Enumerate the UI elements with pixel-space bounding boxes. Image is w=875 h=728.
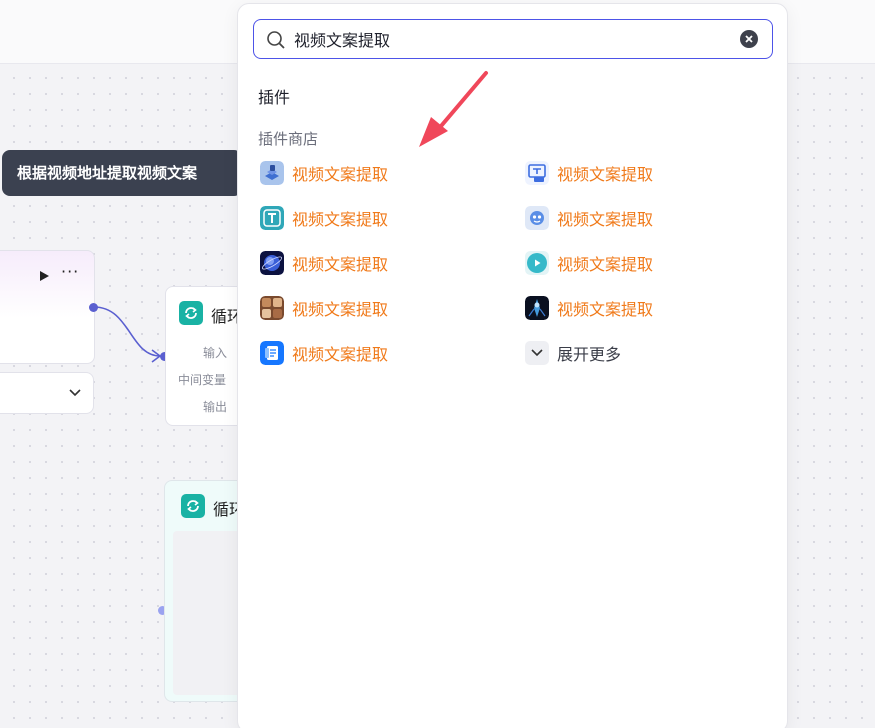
plugin-label: 视频文案提取 — [292, 300, 389, 319]
play-icon[interactable] — [37, 269, 51, 283]
plugin-label: 视频文案提取 — [557, 300, 654, 319]
node-dropdown[interactable] — [0, 372, 94, 414]
plugin-search-panel: 插件 插件商店 视频文案提取 视频文案提取 视频文案提取 视频文案提取 视频文案… — [237, 3, 788, 728]
plugin-item[interactable]: 视频文案提取 — [260, 294, 388, 322]
loop-icon — [179, 301, 203, 325]
chevron-down-icon — [525, 341, 549, 365]
plugin-label: 视频文案提取 — [292, 165, 389, 184]
port-label-input: 输入 — [203, 346, 228, 360]
plugin-label: 视频文案提取 — [292, 345, 389, 364]
chevron-down-icon — [69, 389, 81, 397]
plugin-label: 视频文案提取 — [292, 255, 389, 274]
document-blue-icon — [260, 341, 284, 365]
plugin-item[interactable]: 视频文案提取 — [260, 159, 388, 187]
node-tooltip: 根据视频地址提取视频文案 — [2, 150, 249, 196]
book-stack-icon — [260, 161, 284, 185]
plugin-label: 视频文案提取 — [557, 210, 654, 229]
more-icon[interactable]: ··· — [61, 264, 81, 283]
text-t-icon — [260, 206, 284, 230]
section-title-plugin-store: 插件商店 — [258, 130, 319, 148]
play-circle-icon — [525, 251, 549, 275]
screen-text-icon — [525, 161, 549, 185]
plugin-label: 视频文案提取 — [292, 210, 389, 229]
start-node[interactable]: ··· — [0, 250, 95, 364]
clear-icon[interactable] — [740, 30, 758, 48]
search-icon — [267, 31, 285, 49]
loop-icon — [181, 494, 205, 518]
plugin-label: 视频文案提取 — [557, 165, 654, 184]
output-port[interactable] — [89, 303, 98, 312]
section-title-plugins: 插件 — [258, 88, 291, 107]
plugin-item[interactable]: 视频文案提取 — [525, 204, 653, 232]
plugin-label: 视频文案提取 — [557, 255, 654, 274]
plugin-item[interactable]: 视频文案提取 — [260, 339, 388, 367]
planet-icon — [260, 251, 284, 275]
plugin-item[interactable]: 视频文案提取 — [525, 294, 653, 322]
port-label-variable: 中间变量 — [178, 373, 227, 387]
plugin-item[interactable]: 视频文案提取 — [525, 249, 653, 277]
tooltip-text: 根据视频地址提取视频文案 — [17, 164, 198, 182]
expand-more-button[interactable]: 展开更多 — [525, 339, 621, 367]
plugin-item[interactable]: 视频文案提取 — [260, 249, 388, 277]
plugin-item[interactable]: 视频文案提取 — [260, 204, 388, 232]
ai-figure-icon — [525, 296, 549, 320]
robot-icon — [525, 206, 549, 230]
search-input[interactable] — [294, 27, 734, 51]
expand-more-label: 展开更多 — [557, 345, 622, 364]
photo-grid-icon — [260, 296, 284, 320]
search-box[interactable] — [253, 19, 773, 59]
plugin-item[interactable]: 视频文案提取 — [525, 159, 653, 187]
port-label-output: 输出 — [203, 400, 228, 414]
